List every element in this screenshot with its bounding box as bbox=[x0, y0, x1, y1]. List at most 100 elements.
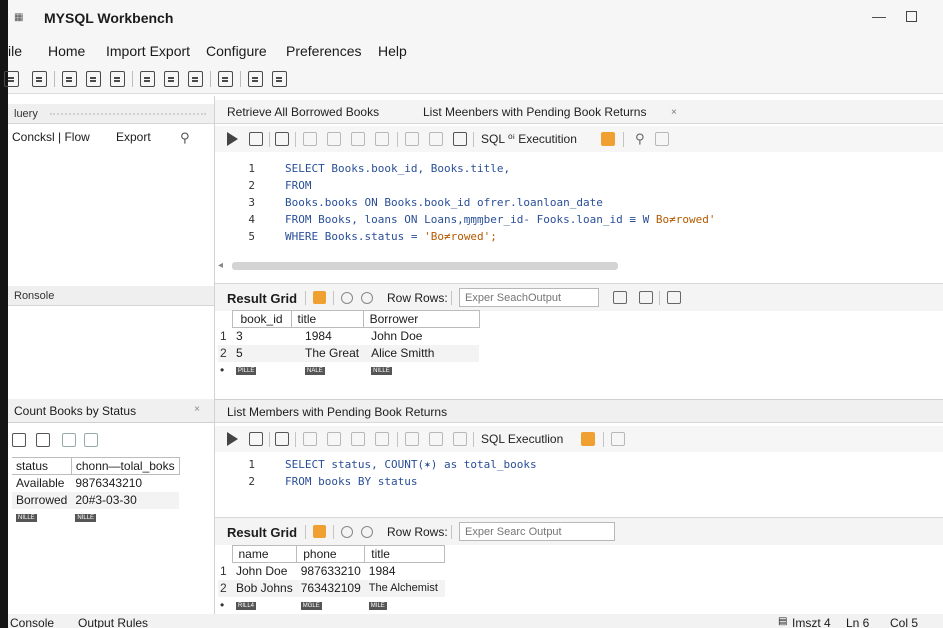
cell-title[interactable]: The Alchemist bbox=[365, 580, 445, 597]
execute-icon[interactable] bbox=[227, 432, 238, 446]
table-row-new[interactable]: • RILL4 MGLE MILE bbox=[218, 597, 445, 614]
rollback-icon[interactable] bbox=[375, 432, 389, 446]
cell-total[interactable]: 9876343210 bbox=[71, 475, 179, 492]
tab-count-books-by-status[interactable]: Count Books by Status × bbox=[8, 399, 214, 423]
table-row[interactable]: 1 3 1984 John Doe bbox=[218, 328, 479, 345]
maximize-button[interactable] bbox=[906, 11, 917, 22]
cell-name[interactable]: John Doe bbox=[232, 563, 297, 580]
rollback-icon[interactable] bbox=[375, 132, 389, 146]
commit-icon[interactable] bbox=[351, 132, 365, 146]
close-icon[interactable]: × bbox=[671, 107, 677, 118]
open-sql-icon[interactable] bbox=[32, 71, 47, 87]
cell-borrower[interactable]: Alice Smitth bbox=[363, 345, 479, 362]
column-header-total[interactable]: chonn—tolal_boks bbox=[70, 457, 180, 475]
copy-icon[interactable] bbox=[62, 433, 76, 447]
snippet-icon[interactable] bbox=[453, 432, 467, 446]
cell-book-id[interactable]: 5 bbox=[232, 345, 291, 362]
import-icon[interactable] bbox=[639, 291, 653, 304]
warning-icon[interactable] bbox=[581, 432, 595, 446]
subtab-snacks-flow[interactable]: Concksl | Flow bbox=[12, 130, 90, 144]
open-file-icon[interactable] bbox=[36, 433, 50, 447]
new-connection-icon[interactable] bbox=[4, 71, 19, 87]
menu-home[interactable]: Home bbox=[48, 43, 85, 59]
list-icon[interactable] bbox=[110, 71, 125, 87]
code-line[interactable]: WHERE Books.status = 'Bo≠rowed'; bbox=[285, 230, 497, 243]
commit-icon[interactable] bbox=[351, 432, 365, 446]
paste-icon[interactable] bbox=[84, 433, 98, 447]
column-header-status[interactable]: status bbox=[12, 457, 72, 475]
table-row[interactable]: Available 9876343210 bbox=[12, 475, 179, 492]
result-filter-input[interactable] bbox=[459, 522, 615, 541]
result-grid-label[interactable]: Result Grid bbox=[227, 291, 297, 306]
cell-total[interactable]: 20#3-03-30 bbox=[71, 492, 179, 509]
result-filter-input[interactable] bbox=[459, 288, 599, 307]
beautify-icon[interactable] bbox=[405, 432, 419, 446]
zoom-in-icon[interactable] bbox=[361, 292, 373, 304]
zoom-out-icon[interactable] bbox=[341, 526, 353, 538]
menu-import-export[interactable]: Import Export bbox=[106, 43, 190, 59]
panel-drag-handle[interactable] bbox=[50, 113, 206, 115]
tab-retrieve-borrowed[interactable]: Retrieve All Borrowed Books bbox=[227, 105, 379, 119]
table-row[interactable]: Borrowed 20#3-03-30 bbox=[12, 491, 180, 509]
result-grid-label[interactable]: Result Grid bbox=[227, 525, 297, 540]
code-line[interactable]: SELECT Books.book_id, Books.title, bbox=[285, 162, 510, 175]
settings-icon[interactable] bbox=[272, 71, 287, 87]
table-row[interactable]: 2 Bob Johns 763432109 The Alchemist bbox=[218, 579, 445, 597]
code-line[interactable]: SELECT status, COUNT(✶) as total_books bbox=[285, 458, 537, 471]
cell-phone[interactable]: 763432109 bbox=[297, 580, 365, 597]
horizontal-scrollbar[interactable] bbox=[232, 262, 618, 270]
execute-current-icon[interactable] bbox=[249, 432, 263, 446]
refresh-icon[interactable] bbox=[313, 291, 326, 304]
find-icon[interactable] bbox=[429, 132, 443, 146]
cell-title[interactable]: The Great bbox=[291, 345, 363, 362]
explain-icon[interactable] bbox=[275, 432, 289, 446]
cell-phone[interactable]: 987633210 bbox=[297, 563, 365, 580]
create-table-icon[interactable] bbox=[164, 71, 179, 87]
refresh-icon[interactable] bbox=[313, 525, 326, 538]
search-icon[interactable]: ⚲ bbox=[180, 130, 190, 146]
table-row[interactable]: 2 5 The Great Alice Smitth bbox=[218, 344, 480, 362]
code-line[interactable]: FROM Books, loans ON Loans,ɱɱɱber_id- Fo… bbox=[285, 213, 715, 226]
wrap-icon[interactable] bbox=[655, 132, 669, 146]
table-row-new[interactable]: NILLE NILLE bbox=[12, 509, 179, 526]
cell-title[interactable]: 1984 bbox=[291, 328, 363, 345]
find-icon[interactable] bbox=[429, 432, 443, 446]
cell-borrower[interactable]: John Doe bbox=[363, 328, 479, 345]
column-header-borrower[interactable]: Borrower bbox=[362, 310, 480, 328]
beautify-icon[interactable] bbox=[405, 132, 419, 146]
create-view-icon[interactable] bbox=[188, 71, 203, 87]
tab-list-members[interactable]: List Meenbers with Pending Book Returns bbox=[423, 105, 646, 119]
menu-file[interactable]: ile bbox=[8, 43, 22, 59]
menu-help[interactable]: Help bbox=[378, 43, 407, 59]
stop-icon[interactable] bbox=[303, 132, 317, 146]
cell-title[interactable]: 1984 bbox=[365, 563, 445, 580]
grid-icon[interactable] bbox=[218, 71, 233, 87]
column-header-title[interactable]: title bbox=[364, 545, 446, 563]
execute-icon[interactable] bbox=[227, 132, 238, 146]
menu-preferences[interactable]: Preferences bbox=[286, 43, 361, 59]
search-icon[interactable]: ⚲ bbox=[635, 131, 645, 147]
execute-current-icon[interactable] bbox=[249, 132, 263, 146]
inspector-icon[interactable] bbox=[62, 71, 77, 87]
table-row-new[interactable]: • PILLE NALE NILLE bbox=[218, 362, 479, 379]
help-icon[interactable] bbox=[453, 132, 467, 146]
close-icon[interactable]: × bbox=[194, 404, 200, 415]
column-header-name[interactable]: name bbox=[231, 545, 298, 563]
scroll-left-icon[interactable]: ◂ bbox=[218, 260, 223, 271]
cell-book-id[interactable]: 3 bbox=[232, 328, 291, 345]
column-header-title[interactable]: title bbox=[290, 310, 364, 328]
wrap-cell-icon[interactable] bbox=[667, 291, 681, 304]
reconnect-icon[interactable] bbox=[248, 71, 263, 87]
subtab-export[interactable]: Export bbox=[116, 130, 151, 144]
warning-icon[interactable] bbox=[601, 132, 615, 146]
status-output-rules-tab[interactable]: Output Rules bbox=[78, 616, 148, 628]
code-line[interactable]: FROM books BY status bbox=[285, 475, 417, 488]
cell-status[interactable]: Available bbox=[12, 475, 71, 492]
create-schema-icon[interactable] bbox=[140, 71, 155, 87]
cell-name[interactable]: Bob Johns bbox=[232, 580, 297, 597]
status-console-tab[interactable]: Console bbox=[10, 616, 54, 628]
column-header-phone[interactable]: phone bbox=[296, 545, 366, 563]
edit-icon[interactable] bbox=[86, 71, 101, 87]
section-list-members[interactable]: List Members with Pending Book Returns bbox=[215, 399, 943, 423]
menu-configure[interactable]: Configure bbox=[206, 43, 267, 59]
